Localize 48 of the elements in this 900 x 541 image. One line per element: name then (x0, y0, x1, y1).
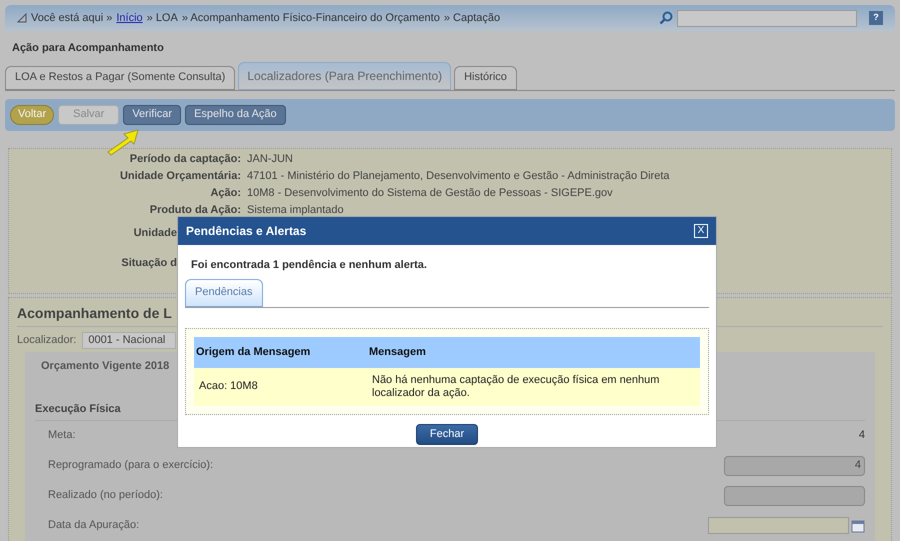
locator-select[interactable]: 0001 - Nacional (82, 332, 176, 348)
info-label: Produto da Ação: (150, 202, 241, 218)
breadcrumb-item: » LOA (146, 10, 178, 26)
info-label: Situação d (121, 256, 177, 272)
info-label: Unidade (134, 226, 177, 242)
search-field[interactable] (677, 10, 857, 26)
field-label: Realizado (no período): (48, 488, 163, 504)
table-cell-text: Não há nenhuma captação de execução física em nenhum localizador da ação. (372, 374, 660, 400)
calendar-icon[interactable] (851, 518, 865, 532)
dialog-tab[interactable]: Pendências (185, 278, 262, 306)
tab[interactable]: Histórico (454, 66, 517, 90)
page-title: Ação para Acompanhamento (12, 41, 165, 56)
date-field[interactable] (708, 517, 849, 534)
toolbar-button[interactable]: Espelho da Ação (185, 104, 286, 124)
help-button[interactable]: ? (869, 11, 883, 25)
field-label: Reprogramado (para o exercício): (48, 458, 214, 474)
breadcrumb-item: » Captação (444, 10, 500, 26)
dialog-message: Foi encontrada 1 pendência e nenhum alerta. (191, 258, 428, 273)
info-value: 10M8 - Desenvolvimento do Sistema de Gestão de Pessoas - SIGEPE.gov (247, 186, 613, 201)
corner-icon (17, 13, 27, 23)
search-icon[interactable] (659, 11, 673, 25)
dialog-title: Pendências e Alertas (186, 223, 308, 240)
field-value: 4 (858, 428, 865, 444)
toolbar-button[interactable]: Verificar (123, 104, 182, 124)
locator-label: Localizador: (17, 332, 76, 348)
table-cell-text: Acao: 10M8 (198, 379, 259, 394)
info-value: 47101 - Ministério do Planejamento, Desenvolvimento e Gestão - Administração Direta (247, 168, 670, 184)
number-field[interactable]: 4 (724, 456, 865, 476)
tab[interactable]: Localizadores (Para Preenchimento) (238, 62, 452, 90)
breadcrumb-link[interactable]: Início (116, 10, 143, 26)
breadcrumb-item: » Acompanhamento Físico-Financeiro do Orçamento (182, 10, 440, 26)
breadcrumb-label: Você está aqui » (31, 10, 112, 26)
info-value: JAN-JUN (247, 152, 293, 167)
tab[interactable]: LOA e Restos a Pagar (Somente Consulta) (5, 66, 236, 90)
close-dialog-button[interactable]: Fechar (416, 424, 478, 444)
section-title: Acompanhamento de L (17, 304, 172, 320)
close-button[interactable]: X (694, 224, 708, 238)
subsection-title: Execução Física (35, 403, 121, 415)
info-label: Período da captação: (130, 152, 241, 167)
field-label: Data da Apuração: (48, 518, 140, 534)
field-label: Meta: (48, 428, 76, 444)
info-label: Unidade Orçamentária: (120, 168, 241, 184)
info-value: Sistema implantado (247, 202, 344, 218)
column-header: Mensagem (369, 344, 426, 360)
number-field[interactable] (724, 486, 865, 506)
column-header: Origem da Mensagem (195, 344, 312, 360)
fieldset-legend: Orçamento Vigente 2018 (41, 360, 170, 372)
info-label: Ação: (210, 186, 241, 201)
